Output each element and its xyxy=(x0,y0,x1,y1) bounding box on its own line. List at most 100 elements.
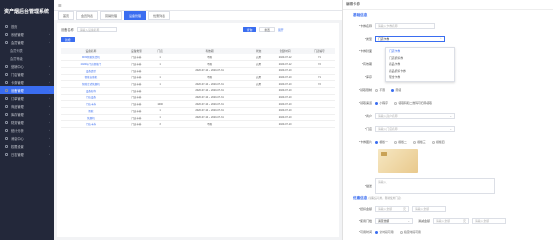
name-row: *卡券名称 请输入卡券名称 xyxy=(353,23,435,29)
discount-input-2[interactable]: 请输入金额 xyxy=(412,206,446,212)
desc-textarea[interactable]: 请输入 xyxy=(375,178,495,194)
row-name-link[interactable]: 智能 xyxy=(61,107,121,115)
tab-item[interactable]: 设备管理 xyxy=(124,11,147,20)
add-button[interactable]: 新增 xyxy=(61,37,75,42)
tab-item[interactable]: 优惠列表 xyxy=(148,11,171,20)
table-cell xyxy=(250,114,267,122)
sidebar-item[interactable]: 系统管理 › xyxy=(0,30,54,38)
table-cell: 2020-07-10 xyxy=(266,74,304,82)
table-cell: 1 xyxy=(152,74,169,82)
type-label: *类型 xyxy=(364,37,372,41)
sidebar-item[interactable]: 卡券管理 › xyxy=(0,78,54,86)
discount-input[interactable]: 请输入金额 元 xyxy=(375,206,409,212)
table-cell: 门店卡券 xyxy=(120,74,153,82)
expand-link[interactable]: 展开 xyxy=(278,28,284,32)
table-cell xyxy=(152,67,169,75)
row-name-link[interactable]: 智能自助机 xyxy=(61,74,121,82)
tab-item[interactable]: 会员列表 xyxy=(76,11,99,20)
usable-all-radio[interactable]: 全时段可用 xyxy=(375,230,394,234)
sidebar-item[interactable]: 消息中心 › xyxy=(0,134,54,142)
image-template-2-radio[interactable]: 模板二 xyxy=(393,140,407,144)
image-option-3: 模板四 xyxy=(436,140,445,144)
store-input[interactable]: 请输入门店名称 ⌄ xyxy=(375,126,455,132)
card-image-preview[interactable] xyxy=(378,149,418,173)
sidebar-item[interactable]: 权限设置 › xyxy=(0,142,54,150)
channel-label: *领取渠道 xyxy=(358,101,372,105)
chevron-right-icon: › xyxy=(49,32,50,36)
sidebar-item[interactable]: 订单管理 › xyxy=(0,94,54,102)
sidebar-item[interactable]: 会员管理 › xyxy=(0,38,54,46)
row-name-link[interactable]: MINI智能售货机 xyxy=(61,54,121,62)
menu-item-icon xyxy=(5,144,8,148)
row-name-link[interactable]: 门店卡券 xyxy=(61,120,121,129)
dropdown-option[interactable]: 现金卡券 xyxy=(386,74,454,81)
table-row: 设备类型 门店卡券 2020-07-10 ~ 2020-07-31 2020-07-1… xyxy=(61,67,335,75)
threshold-input[interactable]: 请输入金额 元 xyxy=(433,218,469,224)
row-name-link[interactable]: 门店卡券 xyxy=(61,100,121,108)
table-cell: 2020-07-10 xyxy=(266,114,304,122)
filter-input[interactable]: 请输入设备名称 xyxy=(76,27,117,32)
limit-unlimited-radio[interactable]: 不限 xyxy=(375,88,385,92)
menu-item-icon xyxy=(5,72,8,76)
sidebar-item[interactable]: 首页 xyxy=(0,22,54,30)
image-template-1-radio[interactable]: 模板一 xyxy=(375,140,388,144)
radio-checked-icon xyxy=(375,230,378,234)
table-cell: 门店卡券 xyxy=(120,114,153,122)
image-template-3-radio[interactable]: 模板三 xyxy=(412,140,426,144)
table-cell: 2020-07-10 xyxy=(266,107,304,115)
row-name-link[interactable]: 智能立式售烟机 xyxy=(61,80,121,88)
sidebar-item[interactable]: 门店管理 › xyxy=(0,70,54,78)
row-name-link[interactable]: 售烟机 xyxy=(61,114,121,122)
usable-period-radio[interactable]: 指定时段可用 xyxy=(399,230,421,234)
sidebar-item[interactable]: 会员等级 xyxy=(0,54,54,62)
threshold-placeholder: 请输入金额 xyxy=(436,219,450,223)
table-row: 智能立式售烟机 门店卡券 1 2020-07-10 ~ 2020-07-31 启用 202… xyxy=(61,80,335,88)
sidebar-item[interactable]: 营销中心 › xyxy=(0,62,54,70)
name-input[interactable]: 请输入卡券名称 xyxy=(375,23,435,29)
threshold-unit: 元 xyxy=(462,219,466,223)
menu-item-icon xyxy=(5,128,8,132)
sidebar-item-label: 会员管理 xyxy=(11,40,24,45)
channel-code-radio[interactable]: 领取码和二维码可扫码领取 xyxy=(393,101,432,105)
menu-icon[interactable]: ☰ xyxy=(58,3,62,8)
sidebar-item[interactable]: 日志管理 › xyxy=(0,150,54,158)
reset-button[interactable]: 重置 xyxy=(259,27,275,32)
limit-limited-radio[interactable]: 限领 xyxy=(391,88,401,92)
sidebar-menu: 首页 系统管理 › 会员管理 › 会员列表 会员等级 营销中心 › 门店管理 › 卡券管理 › 设备管理 ›… xyxy=(0,22,54,158)
row-name-link[interactable]: 2020年门店智能门 xyxy=(61,60,121,68)
image-template-4-radio[interactable]: 模板四 xyxy=(431,140,445,144)
row-name-link[interactable]: 门店设备 xyxy=(61,94,121,102)
image-option-0: 模板一 xyxy=(379,140,388,144)
sidebar-item[interactable]: 设备管理 › xyxy=(0,86,54,94)
tab-item[interactable]: 营销管理 xyxy=(100,11,123,20)
chevron-right-icon: › xyxy=(49,40,50,44)
discount-placeholder-2: 请输入金额 xyxy=(415,207,429,211)
usable-option-0: 全时段可用 xyxy=(379,230,394,234)
table-cell xyxy=(303,114,335,122)
merchant-input[interactable]: 请输入商户名称 ⌄ xyxy=(375,113,455,119)
table-cell: 1000 xyxy=(152,100,169,108)
sidebar-item-label: 统计分析 xyxy=(11,128,24,133)
sidebar-item[interactable]: 商品管理 › xyxy=(0,102,54,110)
channel-miniapp-radio[interactable]: 小程序 xyxy=(375,101,388,105)
row-name-link[interactable]: 设备类型 xyxy=(61,67,121,75)
tab-item[interactable]: 首页 xyxy=(58,11,75,20)
type-select[interactable]: 门店卡券 ⌃ xyxy=(375,36,445,42)
table-cell: 门店卡券 xyxy=(120,54,153,62)
threshold-input-2[interactable]: 请输入金额 xyxy=(472,218,506,224)
sidebar-item-label: 首页 xyxy=(11,24,18,29)
image-option-row: *卡券图片 模板一 模板二 模板三 模板四 xyxy=(353,140,451,144)
menu-item-icon xyxy=(5,80,8,84)
table-cell: 门店卡券 xyxy=(120,60,153,68)
threshold-discount-label: 满减金额 xyxy=(417,219,430,223)
sidebar-item[interactable]: 库存管理 › xyxy=(0,110,54,118)
threshold-select[interactable]: 满足金额 ⌄ xyxy=(375,218,413,224)
sidebar-item[interactable]: 财务管理 › xyxy=(0,118,54,126)
threshold-label: *使用门槛 xyxy=(358,219,372,223)
chevron-right-icon: › xyxy=(49,72,50,76)
sidebar-item[interactable]: 会员列表 xyxy=(0,46,54,54)
sidebar-item[interactable]: 统计分析 › xyxy=(0,126,54,134)
table-row: 智能 门店卡券 1 2020-07-10 ~ 2020-07-31 2020-07-10 xyxy=(61,107,335,115)
search-button[interactable]: 查询 xyxy=(242,27,257,32)
row-name-link[interactable]: 设备名称 xyxy=(61,87,121,95)
